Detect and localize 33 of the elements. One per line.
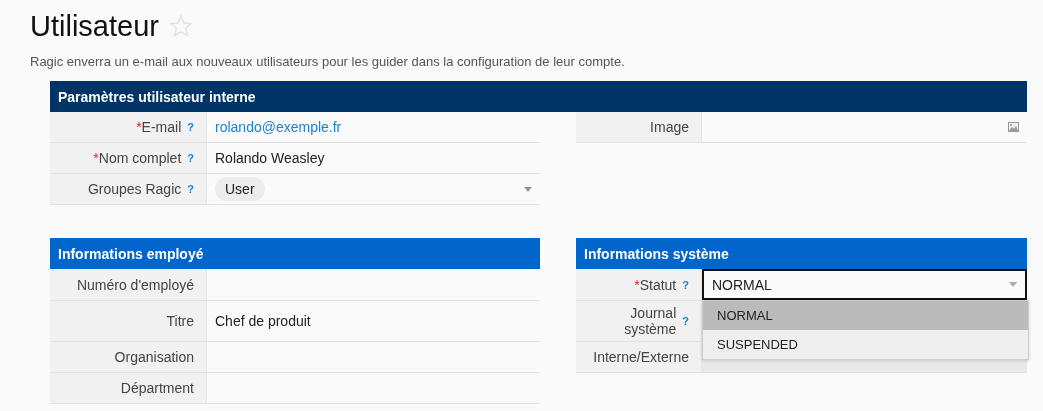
field-label: Départment xyxy=(120,380,194,396)
image-icon[interactable] xyxy=(1008,122,1019,132)
section-header: Informations système xyxy=(576,238,1027,269)
field-label: *Nom complet xyxy=(93,150,182,166)
field-label: Groupes Ragic xyxy=(87,181,182,197)
group-tag: User xyxy=(215,177,265,201)
field-label: Journal système xyxy=(623,305,677,337)
section-header: Informations employé xyxy=(50,238,540,269)
tag-select-field[interactable]: User xyxy=(207,174,540,205)
dropdown-option[interactable]: NORMAL xyxy=(703,301,1028,330)
email-link[interactable]: rolando@exemple.fr xyxy=(215,119,342,135)
status-select[interactable]: NORMAL xyxy=(702,269,1027,300)
help-icon[interactable]: ? xyxy=(682,278,689,291)
page-title: Utilisateur xyxy=(30,9,159,43)
field-label: Titre xyxy=(166,313,194,329)
star-icon[interactable] xyxy=(168,14,193,38)
field-label: *E-mail xyxy=(136,119,182,135)
dropdown-option[interactable]: SUSPENDED xyxy=(703,330,1028,359)
section-header: Paramètres utilisateur interne xyxy=(50,81,1027,112)
field-label: Numéro d'employé xyxy=(76,276,194,293)
caret-icon xyxy=(524,186,532,192)
help-icon[interactable]: ? xyxy=(187,183,194,195)
page-description: Ragic enverra un e-mail aux nouveaux utilisateurs pour les guider dans la configuration de leur compte. xyxy=(30,54,626,69)
caret-icon xyxy=(1009,282,1017,287)
help-icon[interactable]: ? xyxy=(682,315,689,327)
help-icon[interactable]: ? xyxy=(187,152,194,164)
field-value: Chef de produit xyxy=(207,301,540,342)
field-label: Organisation xyxy=(114,349,194,365)
field-label: Image xyxy=(650,119,689,135)
field-label: *Statut xyxy=(634,276,677,293)
field-value: Rolando Weasley xyxy=(207,143,540,174)
help-icon[interactable]: ? xyxy=(187,121,194,133)
field-label: Interne/Externe xyxy=(593,349,689,365)
